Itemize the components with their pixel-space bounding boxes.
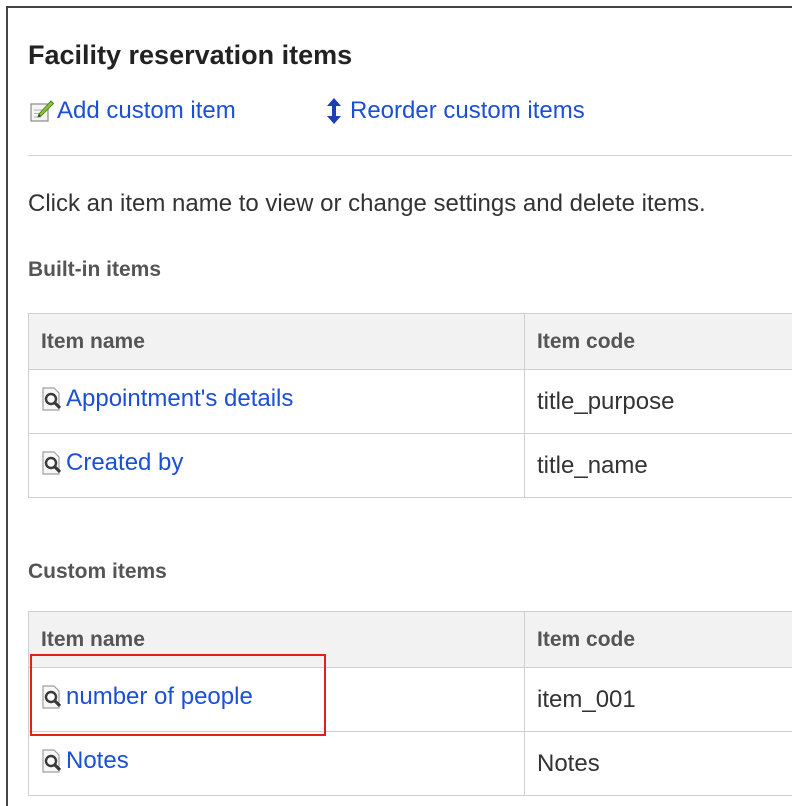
column-header-item-code: Item code <box>525 314 792 370</box>
pencil-edit-icon <box>30 99 54 123</box>
builtin-items-table: Item name Item code Appointment's detail… <box>28 313 792 498</box>
item-name-label: Created by <box>66 449 183 477</box>
custom-items-heading: Custom items <box>28 560 167 584</box>
magnifier-document-icon <box>41 387 66 411</box>
toolbar-divider <box>28 155 792 156</box>
item-code-cell: title_purpose <box>525 370 792 434</box>
item-link-notes[interactable]: Notes <box>41 747 129 775</box>
item-name-cell: number of people <box>29 668 525 732</box>
custom-items-table: Item name Item code number of people <box>28 611 792 796</box>
item-name-cell: Created by <box>29 434 525 498</box>
item-code-cell: Notes <box>525 732 792 796</box>
up-down-arrow-icon <box>326 98 342 124</box>
table-header-row: Item name Item code <box>29 612 792 668</box>
builtin-items-heading: Built-in items <box>28 258 161 282</box>
item-code-cell: item_001 <box>525 668 792 732</box>
description-text: Click an item name to view or change set… <box>28 190 706 218</box>
table-row: Notes Notes <box>29 732 792 796</box>
item-code-cell: title_name <box>525 434 792 498</box>
magnifier-document-icon <box>41 749 66 773</box>
table-row: Appointment's details title_purpose <box>29 370 792 434</box>
item-name-label: number of people <box>66 683 253 711</box>
item-link-appointments-details[interactable]: Appointment's details <box>41 385 293 413</box>
page-title: Facility reservation items <box>28 40 352 71</box>
table-row: Created by title_name <box>29 434 792 498</box>
magnifier-document-icon <box>41 685 66 709</box>
add-custom-item-button[interactable]: Add custom item <box>30 97 236 125</box>
item-link-number-of-people[interactable]: number of people <box>41 683 253 711</box>
magnifier-document-icon <box>41 451 66 475</box>
reorder-custom-items-label: Reorder custom items <box>350 97 585 125</box>
item-name-label: Appointment's details <box>66 385 293 413</box>
item-name-cell: Appointment's details <box>29 370 525 434</box>
add-custom-item-label: Add custom item <box>57 97 236 125</box>
column-header-item-code: Item code <box>525 612 792 668</box>
item-name-label: Notes <box>66 747 129 775</box>
table-header-row: Item name Item code <box>29 314 792 370</box>
item-name-cell: Notes <box>29 732 525 796</box>
table-row: number of people item_001 <box>29 668 792 732</box>
column-header-item-name: Item name <box>29 612 525 668</box>
reorder-custom-items-button[interactable]: Reorder custom items <box>326 97 585 125</box>
column-header-item-name: Item name <box>29 314 525 370</box>
item-link-created-by[interactable]: Created by <box>41 449 183 477</box>
